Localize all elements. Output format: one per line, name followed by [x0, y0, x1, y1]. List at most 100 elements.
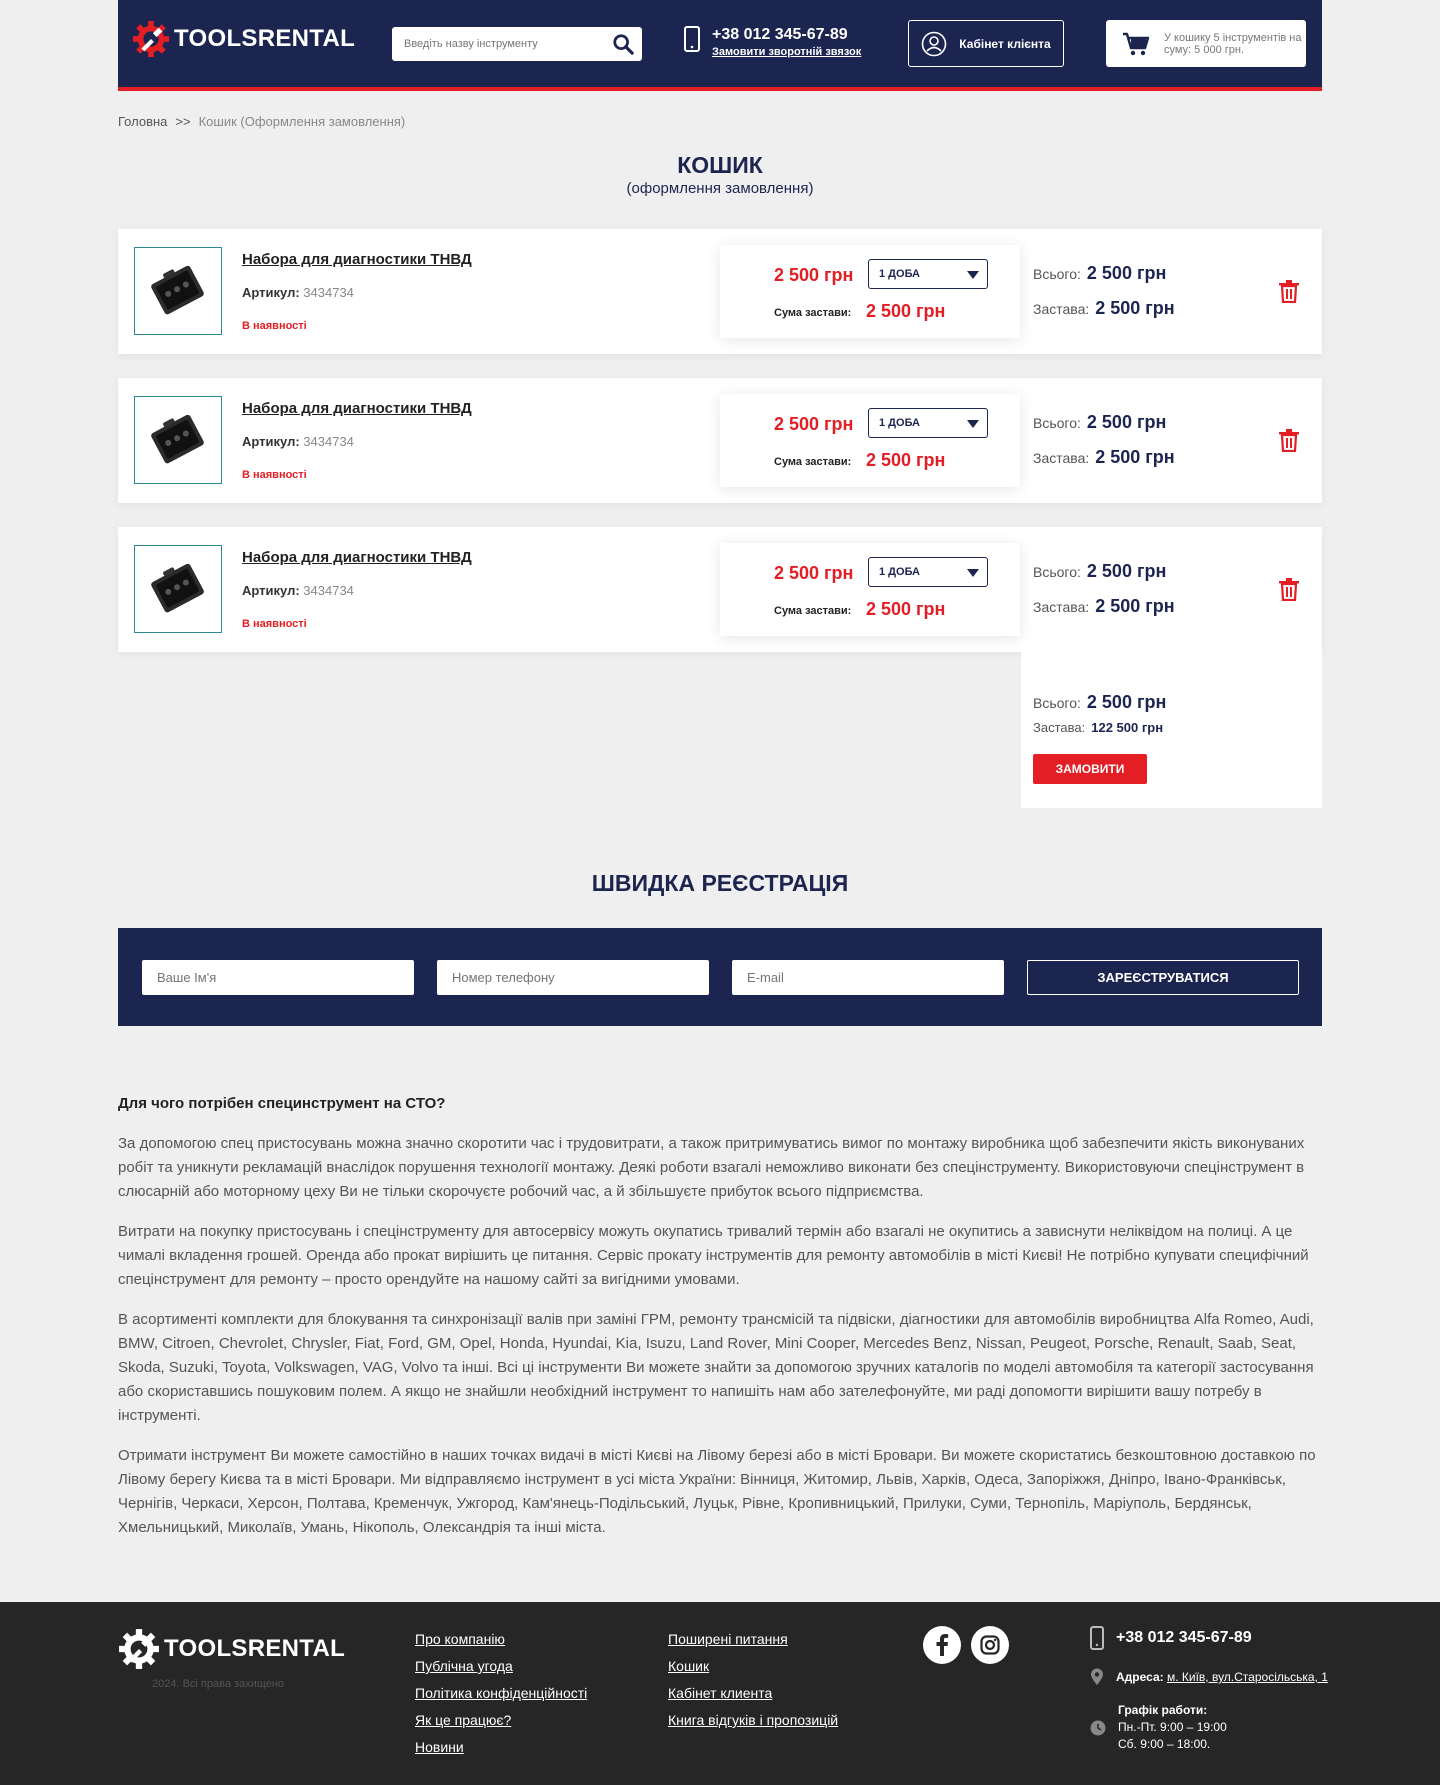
address-label: Адреса: — [1116, 1670, 1164, 1684]
footer-logo[interactable]: TOOLSRENTAL — [118, 1628, 345, 1670]
footer-phone-block: +38 012 345-67-89 — [1090, 1626, 1252, 1650]
tool-case-image — [151, 563, 204, 613]
register-button[interactable]: ЗАРЕЄСТРУВАТИСЯ — [1027, 960, 1299, 995]
mobile-phone-icon — [684, 26, 700, 52]
cart-item: Набора для диагностики ТНВД Артикул: 343… — [118, 229, 1322, 354]
rental-period-value: 1 ДОБА — [879, 268, 920, 280]
chevron-down-icon — [967, 420, 979, 428]
header-phone-block: +38 012 345-67-89 Замовити зворотній звя… — [684, 26, 861, 58]
client-cabinet-button[interactable]: Кабінет клієнта — [908, 20, 1064, 67]
tool-case-image — [151, 414, 204, 464]
item-pledge-label: Застава: — [1033, 599, 1090, 615]
summary-total: Всього: 2 500 грн — [1033, 692, 1166, 713]
seo-article: Для чого потрібен специнструмент на СТО?… — [118, 1092, 1322, 1556]
item-pledge-label: Застава: — [1033, 450, 1090, 466]
product-thumbnail[interactable] — [134, 396, 222, 484]
location-pin-icon — [1091, 1668, 1103, 1685]
logo[interactable]: TOOLSRENTAL — [132, 20, 355, 58]
footer-link-reviews[interactable]: Книга відгуків і пропозицій — [668, 1707, 838, 1734]
deposit-label: Сума застави: — [774, 605, 852, 617]
header-cart-button[interactable]: У кошику 5 інструментів на суму: 5 000 г… — [1106, 20, 1306, 67]
item-pledge-value: 2 500 грн — [1095, 298, 1175, 318]
email-input[interactable] — [732, 960, 1004, 995]
copyright: 2024. Всі права захищено — [152, 1678, 285, 1690]
deposit-value: 2 500 грн — [866, 599, 946, 619]
article-paragraph: Отримати інструмент Ви можете самостійно… — [118, 1447, 1316, 1536]
schedule-weekdays: Пн.-Пт. 9:00 – 19:00 — [1118, 1720, 1227, 1734]
site-footer: TOOLSRENTAL 2024. Всі права захищено Про… — [0, 1602, 1440, 1785]
item-pledge-value: 2 500 грн — [1095, 447, 1175, 467]
product-title-link[interactable]: Набора для диагностики ТНВД — [242, 251, 472, 268]
breadcrumb: Головна >> Кошик (Оформлення замовлення) — [118, 114, 405, 129]
rental-price: 2 500 грн — [774, 563, 854, 583]
stock-status: В наявності — [242, 618, 307, 630]
footer-link-news[interactable]: Новини — [415, 1734, 587, 1761]
item-pledge-value: 2 500 грн — [1095, 596, 1175, 616]
address-link[interactable]: м. Київ, вул.Старосільська, 1 — [1167, 1670, 1328, 1684]
gear-wrench-logo-icon — [119, 1629, 159, 1669]
footer-logo-text: TOOLSRENTAL — [164, 1635, 346, 1662]
sku-label: Артикул: — [242, 285, 300, 300]
sku-label: Артикул: — [242, 583, 300, 598]
footer-link-cabinet[interactable]: Кабінет клиента — [668, 1680, 838, 1707]
summary-pledge-value: 122 500 грн — [1091, 720, 1164, 735]
gear-wrench-logo-icon — [132, 20, 170, 58]
product-thumbnail[interactable] — [134, 545, 222, 633]
breadcrumb-separator: >> — [175, 114, 191, 129]
item-total-label: Всього: — [1033, 564, 1081, 580]
page-title: КОШИК — [677, 152, 763, 178]
phone-input[interactable] — [437, 960, 709, 995]
footer-link-about[interactable]: Про компанію — [415, 1626, 587, 1653]
footer-link-cart[interactable]: Кошик — [668, 1653, 838, 1680]
item-total-value: 2 500 грн — [1086, 561, 1167, 581]
summary-total-label: Всього: — [1033, 695, 1081, 711]
footer-link-how-it-works[interactable]: Як це працює? — [415, 1707, 587, 1734]
footer-link-faq[interactable]: Поширені питання — [668, 1626, 838, 1653]
product-title-link[interactable]: Набора для диагностики ТНВД — [242, 549, 472, 566]
stock-status: В наявності — [242, 469, 307, 481]
order-button[interactable]: ЗАМОВИТИ — [1033, 754, 1147, 784]
footer-link-public-offer[interactable]: Публічна угода — [415, 1653, 587, 1680]
item-pledge: Застава: 2 500 грн — [1033, 596, 1175, 617]
instagram-link[interactable] — [971, 1626, 1009, 1664]
trash-icon[interactable] — [1278, 428, 1300, 452]
breadcrumb-home[interactable]: Головна — [118, 114, 167, 129]
item-pledge-label: Застава: — [1033, 301, 1090, 317]
sku-value: 3434734 — [303, 285, 354, 300]
chevron-down-icon — [967, 271, 979, 279]
callback-link[interactable]: Замовити зворотній звязок — [712, 46, 861, 58]
user-icon — [921, 31, 947, 56]
footer-phone[interactable]: +38 012 345-67-89 — [1116, 1629, 1252, 1647]
rental-price: 2 500 грн — [774, 414, 854, 434]
footer-links-col-1: Про компанію Публічна угода Політика кон… — [415, 1626, 587, 1761]
rental-period-select[interactable]: 1 ДОБА — [868, 408, 988, 438]
order-summary: Всього: 2 500 грн Застава: 122 500 грн ЗАМ… — [1021, 652, 1322, 808]
rental-period-select[interactable]: 1 ДОБА — [868, 259, 988, 289]
trash-icon[interactable] — [1278, 279, 1300, 303]
product-title-link[interactable]: Набора для диагностики ТНВД — [242, 400, 472, 417]
search-box — [392, 27, 642, 61]
item-total-label: Всього: — [1033, 415, 1081, 431]
chevron-down-icon — [967, 569, 979, 577]
summary-pledge-label: Застава: — [1033, 720, 1086, 735]
cart-item: Набора для диагностики ТНВД Артикул: 343… — [118, 378, 1322, 503]
header-cart-summary: У кошику 5 інструментів на суму: 5 000 г… — [1164, 31, 1302, 56]
deposit-value: 2 500 грн — [866, 301, 946, 321]
summary-total-value: 2 500 грн — [1086, 692, 1167, 712]
item-total-value: 2 500 грн — [1086, 263, 1167, 283]
product-thumbnail[interactable] — [134, 247, 222, 335]
schedule-label: Графік работи: — [1118, 1703, 1208, 1717]
price-box: 2 500 грн 1 ДОБА Сума застави: 2 500 грн — [720, 245, 1020, 338]
name-input[interactable] — [142, 960, 414, 995]
article-paragraph: За допомогою спец пристосувань можна зна… — [118, 1135, 1305, 1200]
header-phone[interactable]: +38 012 345-67-89 — [712, 26, 861, 44]
rental-period-select[interactable]: 1 ДОБА — [868, 557, 988, 587]
facebook-link[interactable] — [923, 1626, 961, 1664]
search-input[interactable] — [392, 27, 592, 61]
trash-icon[interactable] — [1278, 577, 1300, 601]
tool-case-image — [151, 265, 204, 315]
search-icon[interactable] — [612, 33, 634, 55]
sku-value: 3434734 — [303, 434, 354, 449]
summary-pledge: Застава: 122 500 грн — [1033, 720, 1163, 735]
footer-link-privacy[interactable]: Політика конфіденційності — [415, 1680, 587, 1707]
